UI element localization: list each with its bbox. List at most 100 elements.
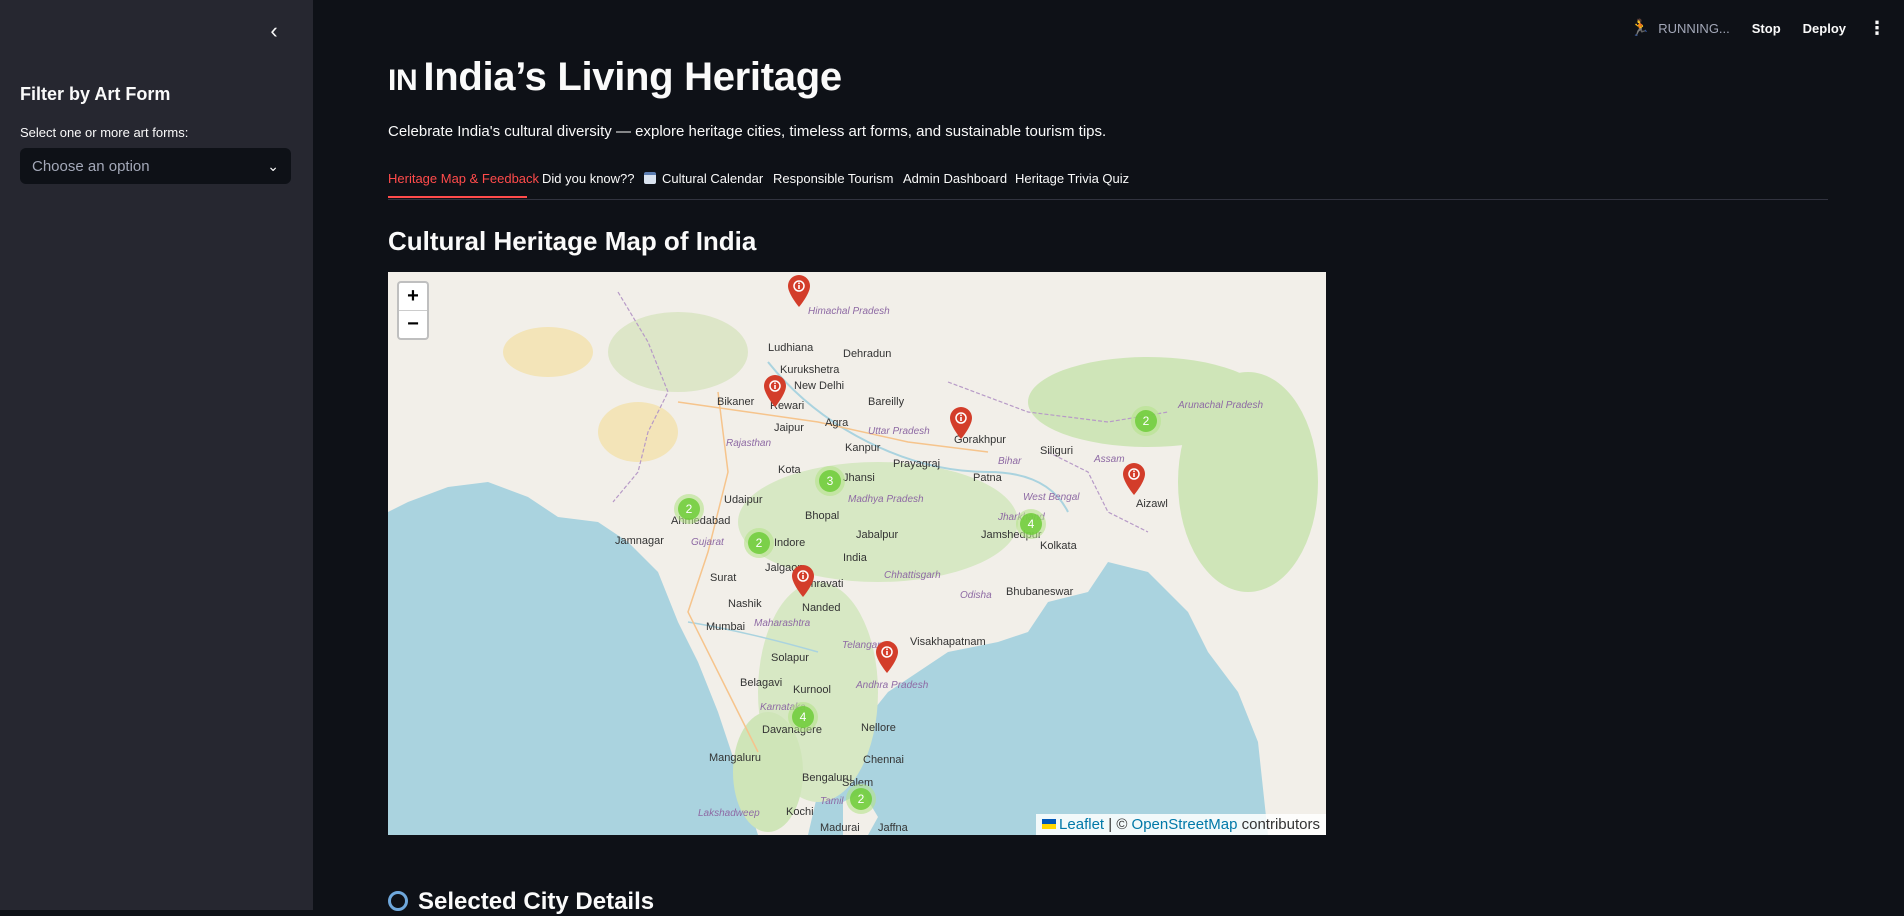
region-label: Maharashtra [754,618,811,629]
city-label: Bhubaneswar [1006,586,1074,598]
india-flag-icon: IN [388,64,418,97]
heritage-map[interactable]: Ludhiana Dehradun Kurukshetra New Delhi … [388,272,1326,835]
leaflet-link[interactable]: Leaflet [1059,816,1104,833]
map-cluster[interactable]: 4 [1016,509,1046,539]
city-label: Jaffna [878,822,908,834]
map-marker[interactable] [1121,462,1147,496]
running-label: RUNNING... [1658,20,1730,36]
city-label: Mumbai [706,621,746,633]
city-label: Mangaluru [709,752,761,764]
art-form-select[interactable]: Choose an option ⌄ [20,148,291,184]
region-label: Himachal Pradesh [808,306,890,317]
region-label: Gujarat [691,537,724,548]
tab-trivia-quiz[interactable]: Heritage Trivia Quiz [1015,171,1129,186]
cluster-count: 2 [678,498,700,520]
city-label: Agra [825,417,849,429]
running-status: 🏃 RUNNING... [1630,18,1729,38]
map-attribution: Leaflet | © OpenStreetMap contributors [1036,814,1326,835]
map-cluster[interactable]: 2 [744,528,774,558]
cluster-count: 2 [1135,410,1157,432]
city-details-title-text: Selected City Details [418,888,655,915]
tab-admin-dashboard[interactable]: Admin Dashboard [903,171,1007,186]
calendar-icon [644,172,656,184]
sidebar-title: Filter by Art Form [20,84,171,104]
region-label: Madhya Pradesh [848,494,924,505]
city-label: Patna [973,472,1002,484]
region-label: Arunachal Pradesh [1178,400,1264,411]
city-details-title: Selected City Details [388,888,654,916]
zoom-in-button[interactable]: + [399,283,427,311]
stop-button[interactable]: Stop [1752,21,1781,36]
tab-did-you-know[interactable]: Did you know?? [542,171,635,186]
magnifying-glass-icon [388,891,408,911]
info-marker-icon [788,275,810,307]
running-man-icon: 🏃 [1630,20,1651,37]
city-label: Nellore [861,722,896,734]
region-label: Lakshadweep [698,808,760,819]
region-label: Assam [1094,454,1125,465]
cluster-count: 4 [792,706,814,728]
page-title: IN India’s Living Heritage [388,55,842,100]
info-marker-icon [876,641,898,673]
city-label: Nashik [728,598,762,610]
city-label: Bareilly [868,396,905,408]
attribution-separator: | © [1104,816,1132,833]
info-marker-icon [950,407,972,439]
tab-responsible-tourism[interactable]: Responsible Tourism [773,171,893,186]
info-marker-icon [1123,463,1145,495]
city-label: Bikaner [717,396,755,408]
city-label: Kota [778,464,801,476]
page-subtitle: Celebrate India's cultural diversity — e… [388,123,1107,140]
city-label: Prayagraj [893,458,941,470]
map-cluster[interactable]: 2 [1131,406,1161,436]
city-label: Surat [710,572,737,584]
app-header: 🏃 RUNNING... Stop Deploy ⋮ [1630,16,1886,40]
cluster-count: 4 [1020,513,1042,535]
cluster-count: 3 [819,470,841,492]
city-label: Belagavi [740,677,783,689]
region-label: Odisha [960,590,992,601]
city-label: Nanded [802,602,841,614]
city-label: Indore [774,537,806,549]
map-section-title: Cultural Heritage Map of India [388,226,757,256]
city-label: Kurukshetra [780,364,840,376]
tab-bar: Heritage Map & Feedback Did you know?? C… [388,165,1828,200]
city-label: Kurnool [793,684,831,696]
map-cluster[interactable]: 4 [788,702,818,732]
info-marker-icon [792,565,814,597]
page-title-text: India’s Living Heritage [423,55,842,99]
map-marker[interactable] [790,564,816,598]
city-label: Visakhapatnam [910,636,986,648]
sidebar: ‹ Filter by Art Form Select one or more … [0,0,313,910]
active-tab-indicator [388,196,527,198]
city-label: Udaipur [724,494,763,506]
city-label: Jamnagar [615,535,664,547]
city-label: Aizawl [1136,498,1168,510]
art-form-label: Select one or more art forms: [20,125,189,140]
collapse-sidebar-button[interactable]: ‹ [264,20,284,42]
city-label: Kanpur [845,442,881,454]
map-cluster[interactable]: 2 [846,784,876,814]
tab-heritage-map[interactable]: Heritage Map & Feedback [388,171,539,186]
osm-link[interactable]: OpenStreetMap [1132,816,1238,833]
city-label: Solapur [771,652,809,664]
map-marker[interactable] [948,406,974,440]
map-cluster[interactable]: 3 [815,466,845,496]
info-marker-icon [764,375,786,407]
city-label: Jhansi [843,472,875,484]
region-label: Chhattisgarh [884,570,941,581]
city-label: Chennai [863,754,904,766]
zoom-out-button[interactable]: − [399,311,427,338]
select-placeholder: Choose an option [32,157,150,175]
map-marker[interactable] [762,374,788,408]
main-menu-icon[interactable]: ⋮ [1868,18,1886,39]
tab-cultural-calendar[interactable]: Cultural Calendar [644,171,763,186]
map-marker[interactable] [874,640,900,674]
deploy-button[interactable]: Deploy [1803,21,1846,36]
region-label: Andhra Pradesh [856,680,929,691]
zoom-control: + − [397,281,429,340]
map-marker[interactable] [786,274,812,308]
region-label: Uttar Pradesh [868,426,930,437]
city-label: Siliguri [1040,445,1074,457]
map-cluster[interactable]: 2 [674,494,704,524]
